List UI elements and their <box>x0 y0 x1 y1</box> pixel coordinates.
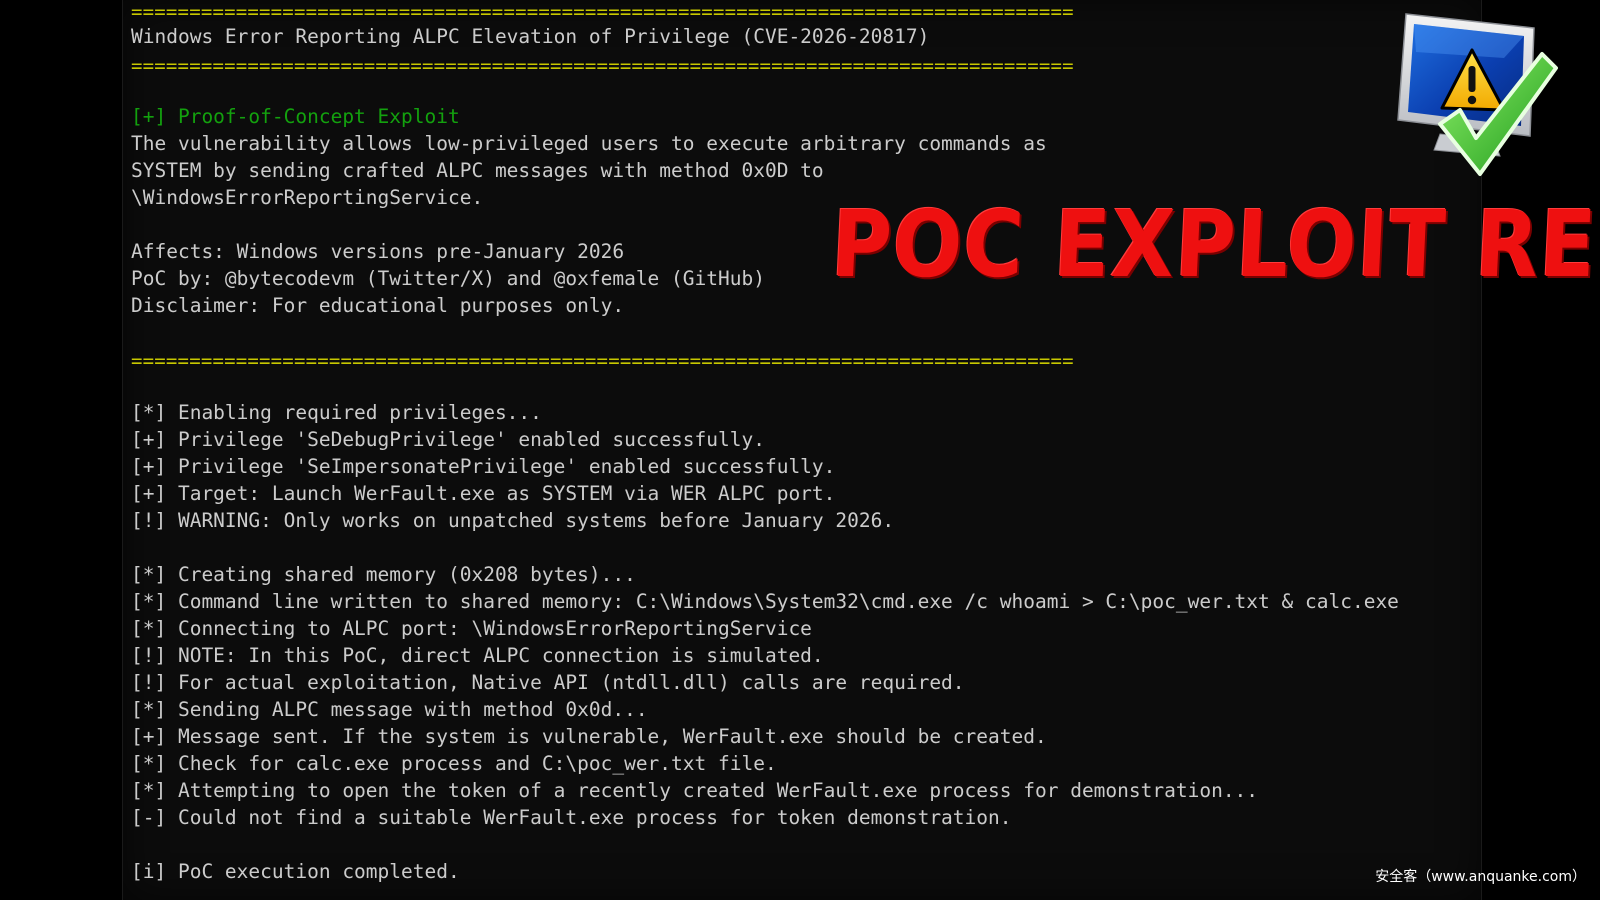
log-line: [!] WARNING: Only works on unpatched sys… <box>131 509 895 532</box>
log-line: [i] PoC execution completed. <box>131 860 460 883</box>
affects-line: Affects: Windows versions pre-January 20… <box>131 240 625 263</box>
log-line: [*] Creating shared memory (0x208 bytes)… <box>131 563 636 586</box>
log-line: [!] NOTE: In this PoC, direct ALPC conne… <box>131 644 824 667</box>
log-line: [*] Sending ALPC message with method 0x0… <box>131 698 648 721</box>
log-line: [+] Message sent. If the system is vulne… <box>131 725 1047 748</box>
separator-title: ========================================… <box>131 55 1074 77</box>
poc-released-banner: POC EXPLOIT RELEASED <box>829 192 1600 299</box>
log-line: [*] Connecting to ALPC port: \WindowsErr… <box>131 617 812 640</box>
poc-header: [+] Proof-of-Concept Exploit <box>131 105 460 128</box>
log-line: [!] For actual exploitation, Native API … <box>131 671 965 694</box>
screenshot-canvas: ========================================… <box>0 0 1600 900</box>
log-line: [+] Privilege 'SeImpersonatePrivilege' e… <box>131 455 836 478</box>
log-line: [*] Check for calc.exe process and C:\po… <box>131 752 777 775</box>
separator-top: ========================================… <box>131 1 1074 23</box>
description-line: SYSTEM by sending crafted ALPC messages … <box>131 159 824 182</box>
watermark-text: 安全客（www.anquanke.com） <box>1375 869 1586 885</box>
log-line: [*] Command line written to shared memor… <box>131 590 1399 613</box>
poc-by-line: PoC by: @bytecodevm (Twitter/X) and @oxf… <box>131 267 765 290</box>
disclaimer-line: Disclaimer: For educational purposes onl… <box>131 294 625 317</box>
log-line: [+] Target: Launch WerFault.exe as SYSTE… <box>131 482 836 505</box>
log-line: [+] Privilege 'SeDebugPrivilege' enabled… <box>131 428 765 451</box>
security-warning-checkmark-icon <box>1397 13 1558 176</box>
description-line: The vulnerability allows low-privileged … <box>131 132 1047 155</box>
log-line: [*] Enabling required privileges... <box>131 401 542 424</box>
exploit-title: Windows Error Reporting ALPC Elevation o… <box>131 25 930 48</box>
separator-mid: ========================================… <box>131 350 1074 372</box>
log-line: [-] Could not find a suitable WerFault.e… <box>131 806 1012 829</box>
log-line: [*] Attempting to open the token of a re… <box>131 779 1259 802</box>
description-line: \WindowsErrorReportingService. <box>131 186 484 209</box>
